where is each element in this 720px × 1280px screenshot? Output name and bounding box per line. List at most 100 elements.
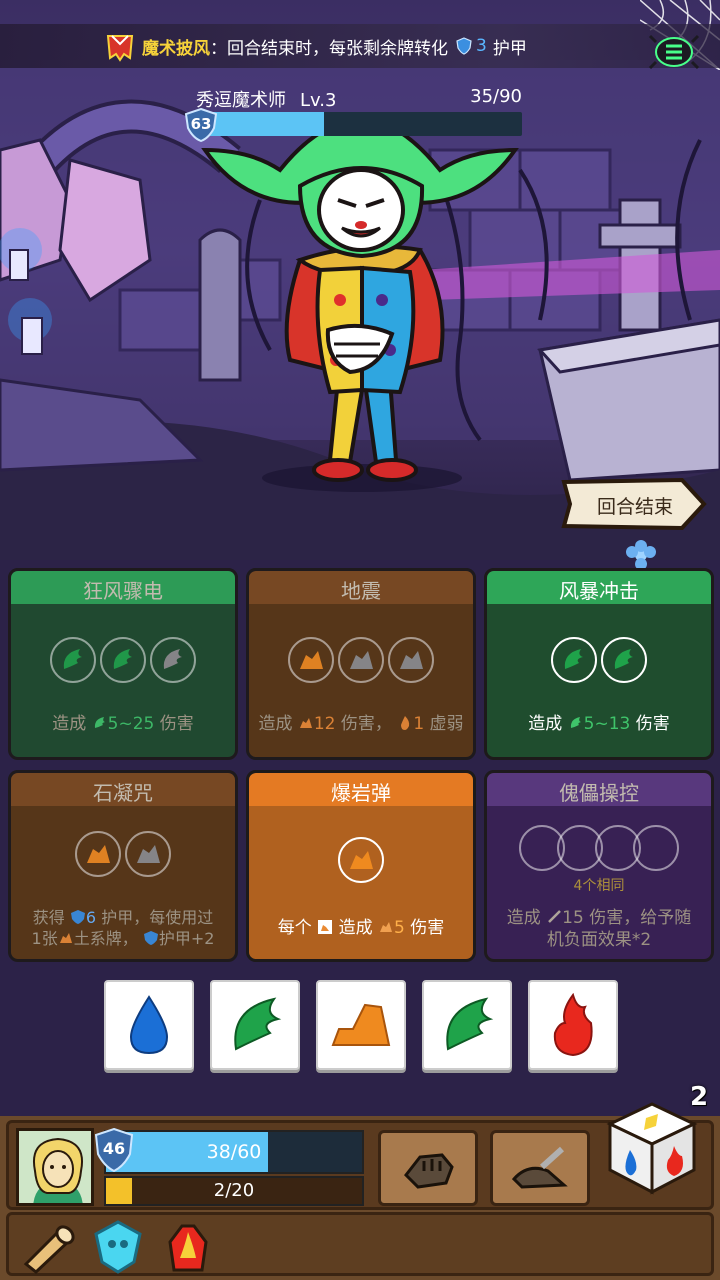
armor-shield-icon bbox=[143, 931, 158, 945]
card-title: 石凝咒 bbox=[93, 781, 153, 805]
dice-slot[interactable] bbox=[150, 637, 196, 683]
card-title: 地震 bbox=[341, 579, 381, 603]
card-lava-bomb[interactable]: 爆岩弹 每个 造成 5 伤害 bbox=[246, 770, 476, 962]
relic-armor-label: 护甲 bbox=[492, 38, 527, 59]
fist-skill-icon bbox=[404, 1153, 454, 1189]
desc-text: 造成 bbox=[338, 918, 373, 938]
hero-portrait bbox=[19, 1131, 91, 1203]
roll-dice-button[interactable] bbox=[606, 1100, 698, 1196]
relic-name: 魔术披风 bbox=[142, 38, 210, 59]
wind-leaf-icon bbox=[94, 717, 105, 728]
player-shield-value: 46 bbox=[102, 1139, 126, 1158]
dice-slot[interactable] bbox=[288, 637, 334, 683]
desc-text: 虚弱 bbox=[429, 714, 464, 734]
desc-text: 伤害， bbox=[340, 714, 392, 734]
dice-slots bbox=[487, 637, 711, 683]
desc-text: 1张 bbox=[31, 929, 58, 948]
desc-text: 伤害，给予随 bbox=[589, 908, 692, 928]
card-earthquake[interactable]: 地震 造成 12 伤害， 1 虚弱 bbox=[246, 568, 476, 760]
card-puppet-control[interactable]: 傀儡操控 4个相同 造成 15 伤害，给予随 机负面效果*2 bbox=[484, 770, 714, 962]
relic-description: 回合结束时，每张剩余牌转化 bbox=[227, 38, 448, 59]
wind-leaf-icon bbox=[163, 649, 182, 669]
earth-rock-icon bbox=[59, 933, 72, 943]
desc-text: 造成 bbox=[52, 714, 87, 734]
wind-leaf-icon bbox=[446, 997, 494, 1051]
menu-spider-button-icon[interactable] bbox=[648, 28, 700, 74]
dice-slots bbox=[11, 831, 235, 877]
dice-slot[interactable] bbox=[75, 831, 121, 877]
desc-text: 伤害 bbox=[159, 714, 194, 734]
armor-shield-icon bbox=[70, 910, 85, 924]
desc-text: 护甲+2 bbox=[158, 929, 215, 948]
dice-slot[interactable] bbox=[633, 825, 679, 871]
desc-text: 获得 bbox=[32, 908, 65, 927]
dice-slot[interactable] bbox=[50, 637, 96, 683]
desc-text: 护甲，每使用过 bbox=[101, 908, 214, 927]
card-gale-lightning[interactable]: 狂风骤电 造成 5~25 伤害 bbox=[8, 568, 238, 760]
die-earth[interactable] bbox=[316, 980, 406, 1070]
desc-text: 机负面效果*2 bbox=[546, 930, 652, 950]
card-title: 傀儡操控 bbox=[559, 781, 639, 805]
end-turn-button[interactable]: 回合结束 bbox=[558, 476, 708, 532]
earth-rock-icon bbox=[400, 651, 423, 669]
armor-shield-icon bbox=[456, 37, 472, 55]
card-description: 获得 6 护甲，每使用过 1张 土系牌， 护甲+2 bbox=[15, 907, 231, 949]
card-title: 风暴冲击 bbox=[559, 579, 639, 603]
die-water[interactable] bbox=[104, 980, 194, 1070]
desc-text: 每个 bbox=[277, 918, 312, 938]
dice-slot[interactable] bbox=[100, 637, 146, 683]
damage-value: 5~13 bbox=[583, 714, 631, 734]
dice-slot[interactable] bbox=[388, 637, 434, 683]
crystal-skull-item-icon[interactable] bbox=[90, 1218, 146, 1274]
dice-slot[interactable] bbox=[551, 637, 597, 683]
dice-slots bbox=[249, 637, 473, 683]
shovel-skill-icon bbox=[511, 1146, 568, 1189]
water-drop-icon bbox=[129, 995, 169, 1055]
wind-leaf-icon bbox=[564, 649, 583, 669]
die-wind[interactable] bbox=[210, 980, 300, 1070]
weak-value: 1 bbox=[413, 714, 425, 734]
dice-slot[interactable] bbox=[338, 637, 384, 683]
player-shield-badge: 46 bbox=[94, 1127, 134, 1173]
wind-leaf-icon bbox=[614, 649, 633, 669]
card-storm-strike[interactable]: 风暴冲击 造成 5~13 伤害 bbox=[484, 568, 714, 760]
player-avatar[interactable] bbox=[16, 1128, 94, 1206]
sword-icon bbox=[548, 910, 562, 923]
earth-rock-icon bbox=[350, 651, 373, 669]
earth-rock-icon bbox=[299, 718, 312, 728]
die-face-icon bbox=[318, 920, 333, 934]
card-description: 造成 5~13 伤害 bbox=[491, 713, 707, 735]
skill-slot-dig[interactable] bbox=[490, 1130, 590, 1206]
skill-slot-fist[interactable] bbox=[378, 1130, 478, 1206]
enemy-hp-bar bbox=[198, 112, 522, 136]
earth-rock-icon bbox=[87, 845, 110, 863]
end-turn-label: 回合结束 bbox=[596, 496, 673, 518]
earth-rock-icon bbox=[350, 851, 373, 869]
horn-item-icon[interactable] bbox=[20, 1218, 76, 1274]
flower-decoration bbox=[626, 540, 656, 570]
damage-value: 5 bbox=[393, 918, 405, 938]
enemy-hp-text: 35/90 bbox=[470, 86, 522, 107]
die-fire[interactable] bbox=[528, 980, 618, 1070]
relic-colon: ： bbox=[210, 38, 227, 59]
fire-flame-icon bbox=[553, 993, 593, 1057]
fire-potion-item-icon[interactable] bbox=[160, 1218, 216, 1274]
armor-value: 6 bbox=[85, 908, 97, 927]
enemy-level: Lv.3 bbox=[300, 90, 337, 111]
desc-text: 造成 bbox=[506, 908, 541, 928]
requirement-note: 4个相同 bbox=[573, 878, 625, 894]
dice-slot[interactable] bbox=[338, 837, 384, 883]
damage-value: 12 bbox=[313, 714, 336, 734]
desc-text: 土系牌， bbox=[73, 929, 138, 948]
earth-rock-icon bbox=[137, 845, 160, 863]
dice-slot[interactable] bbox=[125, 831, 171, 877]
damage-value: 5~25 bbox=[107, 714, 155, 734]
magic-cape-relic-icon[interactable] bbox=[104, 32, 136, 62]
earth-rock-icon bbox=[331, 1003, 391, 1046]
card-stone-curse[interactable]: 石凝咒 获得 6 护甲，每使用过 1张 土系牌， 护甲+2 bbox=[8, 770, 238, 962]
die-wind[interactable] bbox=[422, 980, 512, 1070]
damage-value: 15 bbox=[562, 908, 584, 928]
enemy-shield-badge: 63 bbox=[184, 107, 218, 143]
card-title: 爆岩弹 bbox=[331, 781, 391, 805]
dice-slot[interactable] bbox=[601, 637, 647, 683]
